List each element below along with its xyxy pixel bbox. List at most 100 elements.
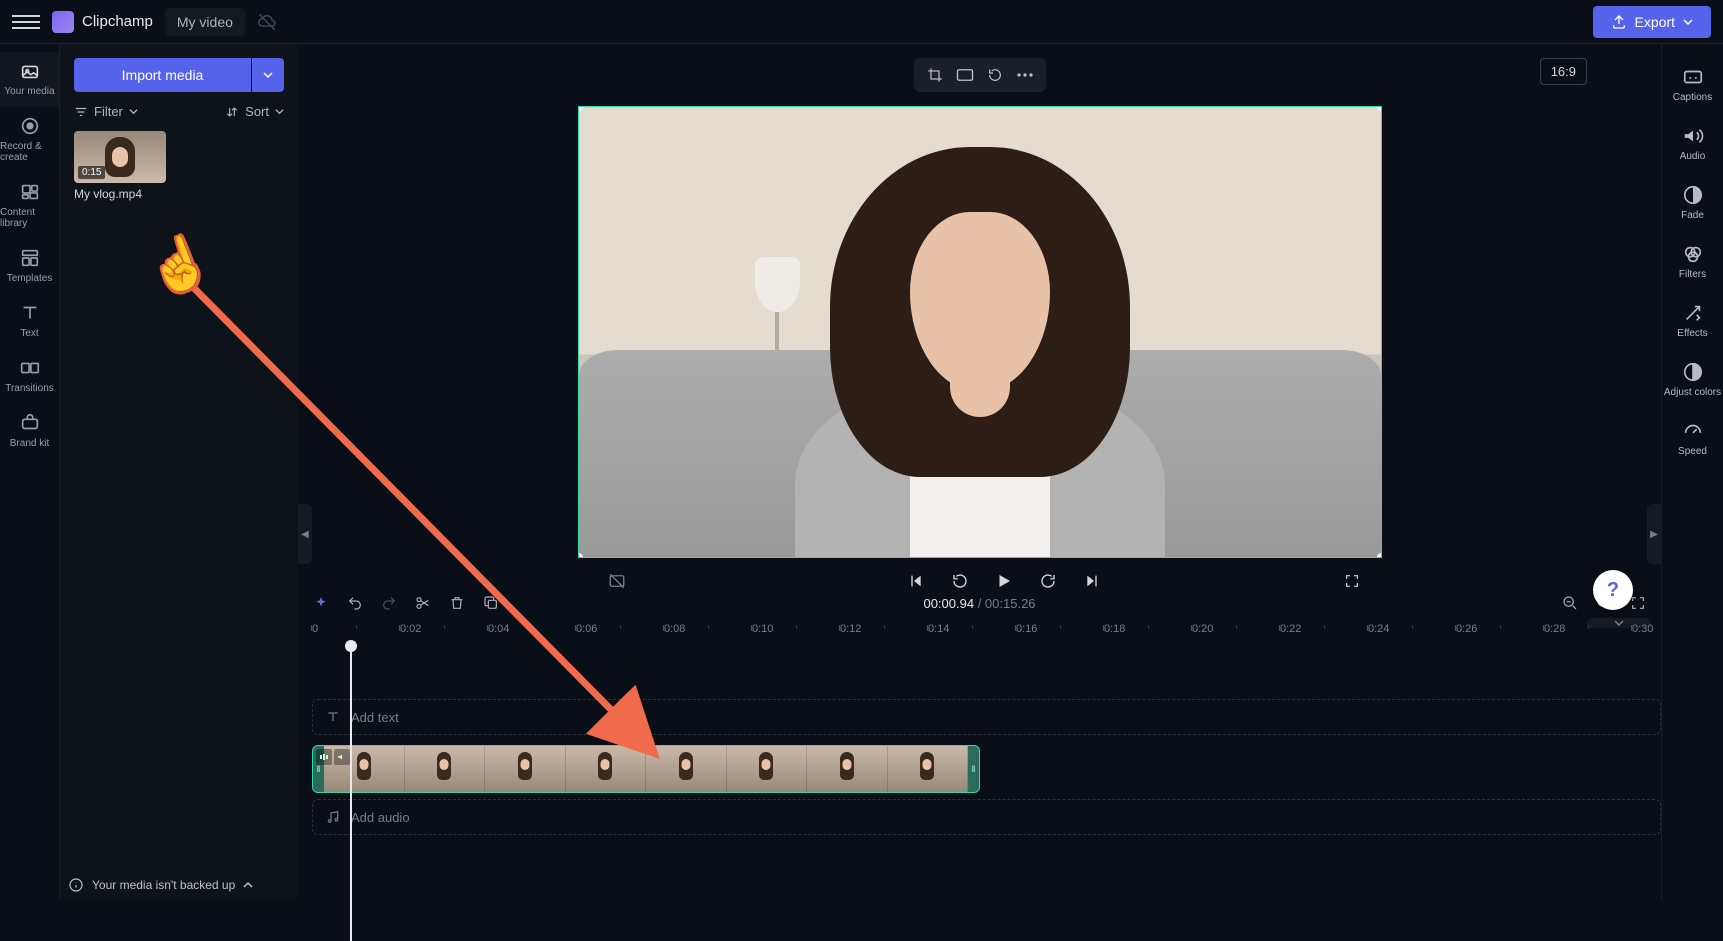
timeline-ruler[interactable]: 00:020:040:060:080:100:120:140:160:180:2…	[298, 623, 1661, 651]
ruler-tick: 0	[312, 623, 318, 635]
templates-icon	[19, 247, 41, 269]
transitions-icon	[19, 357, 41, 379]
text-icon	[19, 302, 41, 324]
sparkle-icon	[313, 595, 329, 611]
clip-fade-icon	[316, 749, 332, 765]
brand-name: Clipchamp	[82, 13, 153, 30]
split-button[interactable]	[414, 594, 432, 612]
more-icon	[1017, 73, 1033, 77]
clip-handle-right[interactable]: ‖	[968, 746, 979, 792]
undo-button[interactable]	[346, 594, 364, 612]
prop-audio[interactable]: Audio	[1662, 115, 1723, 174]
more-button[interactable]	[1014, 64, 1036, 86]
right-prop-rail: Captions Audio Fade Filters Effects Adju…	[1661, 44, 1723, 899]
chevron-down-icon	[263, 70, 273, 80]
ruler-tick: 0:08	[664, 623, 685, 635]
collapse-prop-panel[interactable]: ▶	[1647, 504, 1661, 564]
brand-logo[interactable]: Clipchamp	[52, 11, 153, 33]
delete-button[interactable]	[448, 594, 466, 612]
fit-button[interactable]	[954, 64, 976, 86]
nav-transitions[interactable]: Transitions	[0, 349, 59, 404]
record-icon	[19, 115, 41, 137]
ruler-tick: 0:18	[1104, 623, 1125, 635]
prop-effects[interactable]: Effects	[1662, 292, 1723, 351]
menu-icon[interactable]	[12, 8, 40, 36]
timeline: 00:00.94 / 00:15.26 00:020:040:060:080:1…	[298, 583, 1661, 899]
scissors-icon	[415, 595, 431, 611]
aspect-ratio-button[interactable]: 16:9	[1540, 58, 1587, 85]
zoom-out-icon	[1562, 595, 1578, 611]
chevron-up-icon	[243, 880, 253, 890]
zoom-out-button[interactable]	[1561, 594, 1579, 612]
media-panel: Import media Filter Sort 0:15 M	[60, 44, 298, 899]
duplicate-button[interactable]	[482, 594, 500, 612]
prop-speed[interactable]: Speed	[1662, 410, 1723, 469]
chevron-down-icon	[275, 107, 284, 116]
ruler-tick: 0:22	[1280, 623, 1301, 635]
project-name-input[interactable]: My video	[165, 8, 245, 36]
duration-badge: 0:15	[78, 166, 105, 179]
ruler-tick: 0:16	[1016, 623, 1037, 635]
crop-icon	[927, 67, 943, 83]
nav-text[interactable]: Text	[0, 294, 59, 349]
captions-icon	[1682, 66, 1704, 88]
fade-icon	[1682, 184, 1704, 206]
audio-icon	[1682, 125, 1704, 147]
resize-handle-sw[interactable]	[578, 553, 583, 558]
audio-track-placeholder[interactable]: Add audio	[312, 799, 1661, 835]
undo-icon	[347, 595, 363, 611]
media-thumbnail: 0:15	[74, 131, 166, 183]
sort-button[interactable]: Sort	[225, 104, 284, 119]
redo-button[interactable]	[380, 594, 398, 612]
resize-handle-se[interactable]	[1377, 553, 1382, 558]
playhead[interactable]	[350, 651, 352, 941]
pip-button[interactable]	[984, 64, 1006, 86]
text-track-placeholder[interactable]: Add text	[312, 699, 1661, 735]
backup-status[interactable]: Your media isn't backed up	[68, 877, 253, 893]
nav-content-library[interactable]: Content library	[0, 173, 59, 239]
import-media-button[interactable]: Import media	[74, 58, 251, 92]
video-clip[interactable]: ‖ ‖	[312, 745, 980, 793]
nav-your-media[interactable]: Your media	[0, 52, 59, 107]
brand-kit-icon	[19, 412, 41, 434]
prop-captions[interactable]: Captions	[1662, 56, 1723, 115]
redo-icon	[381, 595, 397, 611]
sort-icon	[225, 105, 239, 119]
cloud-sync-disabled-icon[interactable]	[257, 12, 277, 32]
rotate-icon	[987, 67, 1003, 83]
library-icon	[19, 181, 41, 203]
prop-adjust-colors[interactable]: Adjust colors	[1662, 351, 1723, 410]
fit-icon	[956, 68, 974, 82]
prop-filters[interactable]: Filters	[1662, 233, 1723, 292]
ruler-tick: 0:12	[840, 623, 861, 635]
help-button[interactable]: ?	[1593, 570, 1633, 610]
nav-brand-kit[interactable]: Brand kit	[0, 404, 59, 459]
clip-badges	[316, 749, 350, 765]
timeline-toolbar: 00:00.94 / 00:15.26	[298, 583, 1661, 623]
video-preview[interactable]	[578, 106, 1382, 558]
media-item[interactable]: 0:15 My vlog.mp4	[74, 131, 166, 201]
media-filename: My vlog.mp4	[74, 187, 166, 201]
clip-audio-icon	[334, 749, 350, 765]
import-media-dropdown[interactable]	[252, 58, 284, 92]
top-header: Clipchamp My video Export	[0, 0, 1723, 44]
adjust-colors-icon	[1682, 361, 1704, 383]
filter-button[interactable]: Filter	[74, 104, 138, 119]
ruler-tick: 0:20	[1192, 623, 1213, 635]
ruler-tick: 0:10	[752, 623, 773, 635]
nav-templates[interactable]: Templates	[0, 239, 59, 294]
ruler-tick: 0:02	[400, 623, 421, 635]
export-button[interactable]: Export	[1593, 6, 1711, 38]
crop-button[interactable]	[924, 64, 946, 86]
filter-icon	[74, 105, 88, 119]
collapse-media-panel[interactable]: ◀	[298, 504, 312, 564]
music-icon	[325, 809, 341, 825]
nav-record-create[interactable]: Record & create	[0, 107, 59, 173]
copy-icon	[483, 595, 499, 611]
ruler-tick: 0:28	[1544, 623, 1565, 635]
prop-fade[interactable]: Fade	[1662, 174, 1723, 233]
clipchamp-logo-icon	[52, 11, 74, 33]
info-icon	[68, 877, 84, 893]
sparkle-button[interactable]	[312, 594, 330, 612]
ruler-tick: 0:04	[488, 623, 509, 635]
